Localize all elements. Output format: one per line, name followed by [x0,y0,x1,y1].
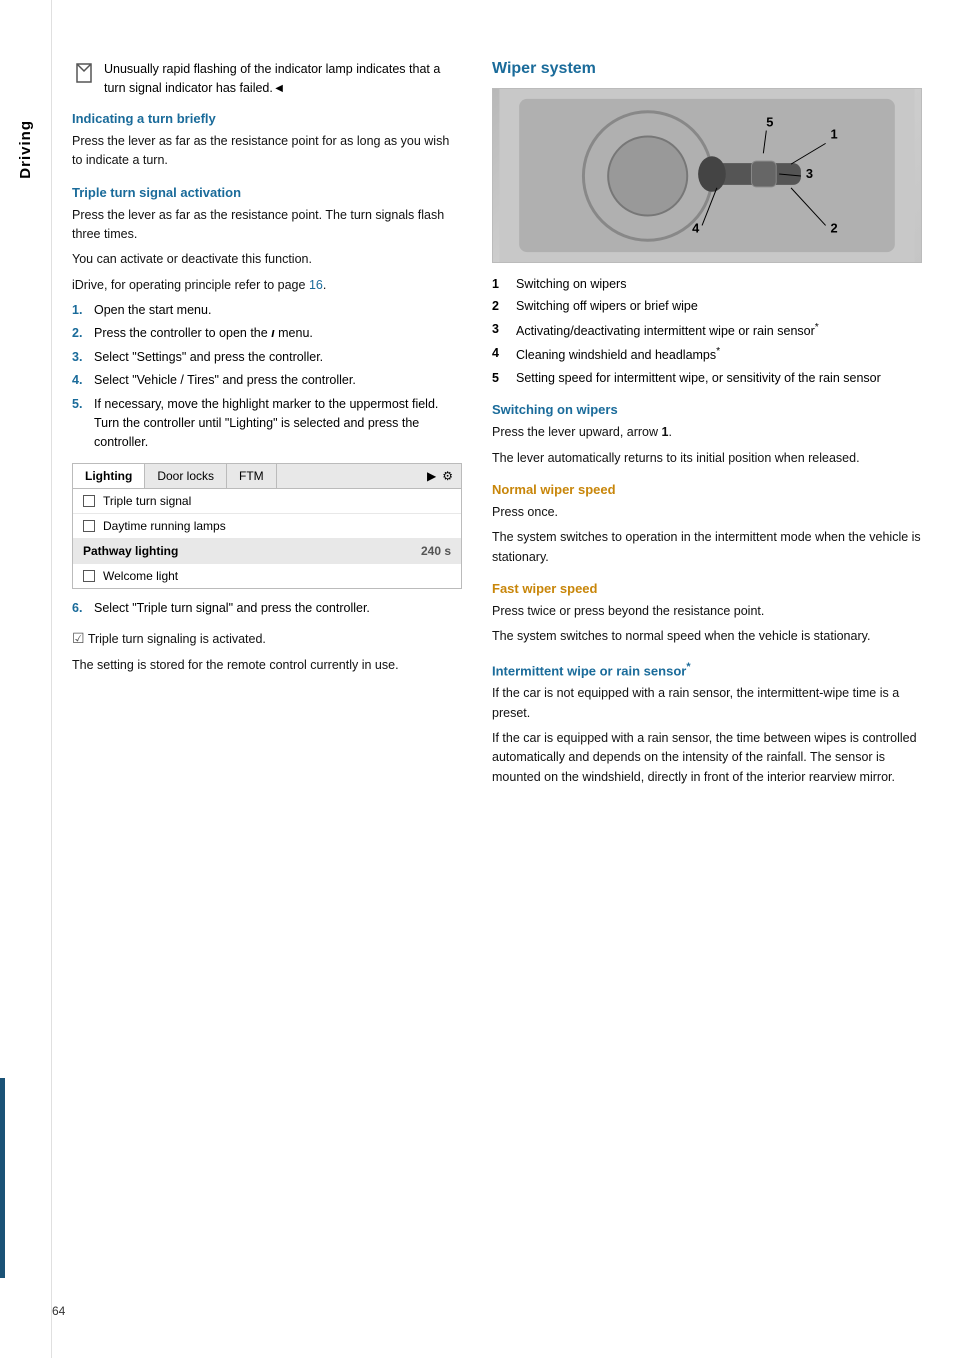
wiper-diagram-svg: 1 2 3 4 5 [493,89,921,262]
intermittent-text2: If the car is equipped with a rain senso… [492,729,922,787]
item-num-2: 2 [492,297,508,316]
fast-text2: The system switches to normal speed when… [492,627,922,646]
normal-text1: Press once. [492,503,922,522]
step-text-6: Select "Triple turn signal" and press th… [94,599,370,618]
section-heading-indicating: Indicating a turn briefly [72,111,462,126]
menu-header: Lighting Door locks FTM ▶ ⚙ [73,464,461,489]
step-6: 6. Select "Triple turn signal" and press… [72,599,462,618]
wiper-item-1: 1 Switching on wipers [492,275,922,294]
item-num-4: 4 [492,344,508,366]
indicating-text: Press the lever as far as the resistance… [72,132,462,171]
checkbox-daytime[interactable] [83,520,95,532]
menu-tab-ftm[interactable]: FTM [227,464,277,488]
step-num-4: 4. [72,371,88,390]
step6-result-text: Triple turn signaling is activated. [88,632,266,646]
page-link[interactable]: 16 [309,278,323,292]
step-num-6: 6. [72,599,88,618]
step-text-5: If necessary, move the highlight marker … [94,395,462,453]
content-area: Unusually rapid flashing of the indicato… [52,0,960,1358]
checkbox-welcome[interactable] [83,570,95,582]
wiper-items-list: 1 Switching on wipers 2 Switching off wi… [492,275,922,388]
section-heading-triple: Triple turn signal activation [72,185,462,200]
item-text-1: Switching on wipers [516,275,626,294]
right-column: Wiper system [492,60,922,1318]
checkmark-icon: ☑ [72,630,85,646]
menu-box: Lighting Door locks FTM ▶ ⚙ Triple turn … [72,463,462,589]
step-1: 1. Open the start menu. [72,301,462,320]
page-number: 64 [52,1304,65,1318]
item-text-2: Switching off wipers or brief wipe [516,297,698,316]
step-text-3: Select "Settings" and press the controll… [94,348,323,367]
item-text-3: Activating/deactivating intermittent wip… [516,320,819,342]
switching-text2: The lever automatically returns to its i… [492,449,922,468]
section-heading-intermittent: Intermittent wipe or rain sensor* [492,661,922,678]
note-box: Unusually rapid flashing of the indicato… [72,60,462,99]
wiper-img-inner: 1 2 3 4 5 [493,89,921,262]
menu-item-welcome-label: Welcome light [103,569,178,583]
menu-item-triple-signal[interactable]: Triple turn signal [73,489,461,514]
switching-text1: Press the lever upward, arrow 1. [492,423,922,442]
left-column: Unusually rapid flashing of the indicato… [72,60,462,1318]
step-num-5: 5. [72,395,88,453]
svg-text:2: 2 [831,220,838,235]
normal-text2: The system switches to operation in the … [492,528,922,567]
gear-icon: ⚙ [442,469,453,483]
menu-tab-right-icons: ▶ ⚙ [419,464,461,488]
play-icon: ▶ [427,469,436,483]
step-2: 2. Press the controller to open the ı me… [72,324,462,343]
wiper-item-3: 3 Activating/deactivating intermittent w… [492,320,922,342]
wiper-item-5: 5 Setting speed for intermittent wipe, o… [492,369,922,388]
wiper-item-4: 4 Cleaning windshield and headlamps* [492,344,922,366]
step-text-2: Press the controller to open the ı menu. [94,324,313,343]
item-num-5: 5 [492,369,508,388]
menu-item-pathway-label: Pathway lighting [83,544,178,558]
triple-text3: iDrive, for operating principle refer to… [72,276,462,295]
item-text-5: Setting speed for intermittent wipe, or … [516,369,881,388]
sidebar: Driving [0,0,52,1358]
step-5: 5. If necessary, move the highlight mark… [72,395,462,453]
page: Driving Unusually rapid flashing of the … [0,0,960,1358]
step-text-1: Open the start menu. [94,301,211,320]
note-text: Unusually rapid flashing of the indicato… [104,60,462,99]
wiper-system-heading: Wiper system [492,60,922,78]
menu-item-pathway[interactable]: Pathway lighting 240 s [73,539,461,564]
step-num-2: 2. [72,324,88,343]
menu-tab-lighting[interactable]: Lighting [73,464,145,488]
sidebar-label: Driving [17,120,34,179]
svg-text:1: 1 [831,126,838,141]
section-heading-fast: Fast wiper speed [492,581,922,596]
svg-text:4: 4 [692,220,700,235]
step-text-4: Select "Vehicle / Tires" and press the c… [94,371,356,390]
triple-text2: You can activate or deactivate this func… [72,250,462,269]
checkbox-triple[interactable] [83,495,95,507]
step-4: 4. Select "Vehicle / Tires" and press th… [72,371,462,390]
step-num-1: 1. [72,301,88,320]
svg-text:3: 3 [806,166,813,181]
note-icon [72,61,96,85]
step6-result: ☑ Triple turn signaling is activated. [72,628,462,650]
section-heading-normal: Normal wiper speed [492,482,922,497]
item-num-3: 3 [492,320,508,342]
menu-item-pathway-value: 240 s [421,544,451,558]
wiper-item-2: 2 Switching off wipers or brief wipe [492,297,922,316]
step6-list: 6. Select "Triple turn signal" and press… [72,599,462,618]
menu-tab-doorlocks[interactable]: Door locks [145,464,227,488]
menu-item-triple-label: Triple turn signal [103,494,191,508]
item-text-4: Cleaning windshield and headlamps* [516,344,720,366]
fast-text1: Press twice or press beyond the resistan… [492,602,922,621]
section-heading-switching: Switching on wipers [492,402,922,417]
svg-text:5: 5 [766,115,773,130]
menu-item-daytime-label: Daytime running lamps [103,519,226,533]
menu-item-welcome[interactable]: Welcome light [73,564,461,588]
closing-text: The setting is stored for the remote con… [72,656,462,675]
step-3: 3. Select "Settings" and press the contr… [72,348,462,367]
sidebar-bar [0,1078,5,1278]
step-num-3: 3. [72,348,88,367]
steps-list: 1. Open the start menu. 2. Press the con… [72,301,462,453]
intermittent-text1: If the car is not equipped with a rain s… [492,684,922,723]
triple-text1: Press the lever as far as the resistance… [72,206,462,245]
menu-item-daytime[interactable]: Daytime running lamps [73,514,461,539]
wiper-image: 1 2 3 4 5 [492,88,922,263]
item-num-1: 1 [492,275,508,294]
